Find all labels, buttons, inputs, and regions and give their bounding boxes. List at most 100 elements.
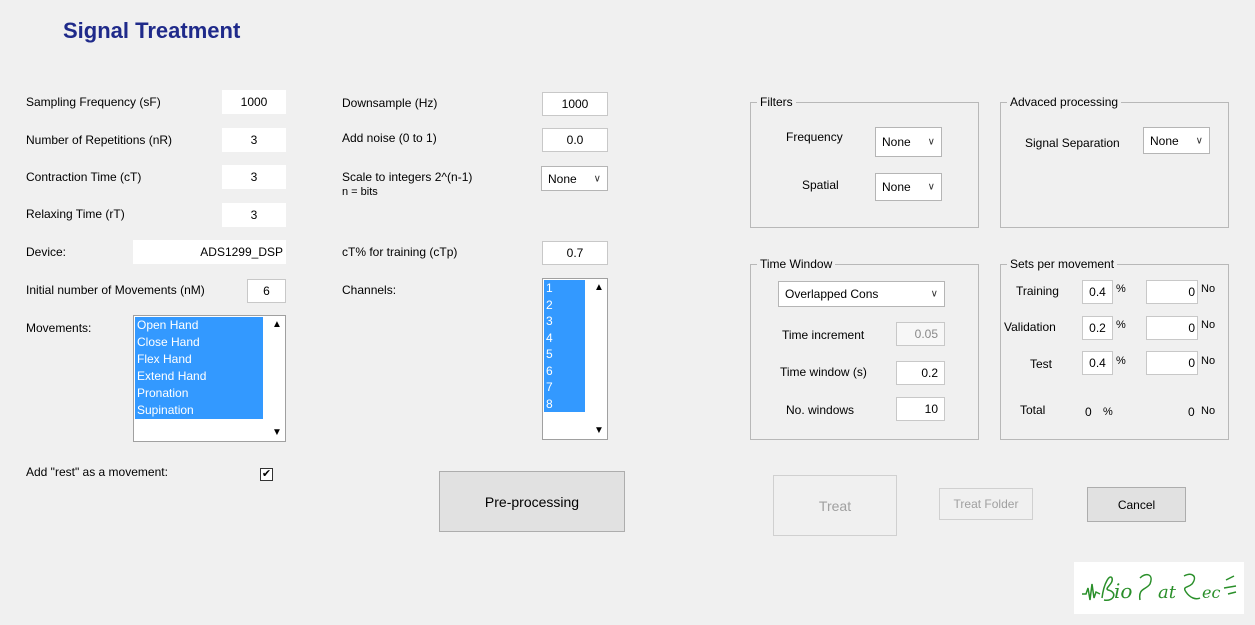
- no-unit: No: [1201, 319, 1216, 331]
- add-noise-input[interactable]: 0.0: [542, 128, 608, 152]
- scroll-down-icon[interactable]: ▼: [272, 427, 282, 438]
- svg-text:ec: ec: [1202, 583, 1220, 602]
- treat-folder-button[interactable]: Treat Folder: [939, 488, 1033, 520]
- initial-movements-input[interactable]: 6: [247, 279, 286, 303]
- relaxing-time-input[interactable]: 3: [222, 203, 286, 227]
- spatial-select-value: None: [882, 180, 911, 194]
- sampling-frequency-input[interactable]: 1000: [222, 90, 286, 114]
- contraction-time-input[interactable]: 3: [222, 165, 286, 189]
- scale-bits-label: n = bits: [342, 186, 378, 198]
- spatial-label: Spatial: [802, 178, 839, 192]
- list-item[interactable]: Close Hand: [135, 334, 263, 351]
- list-item[interactable]: 4: [544, 329, 585, 346]
- scroll-down-icon[interactable]: ▼: [594, 425, 604, 436]
- list-item[interactable]: Open Hand: [135, 317, 263, 334]
- list-item[interactable]: 6: [544, 362, 585, 379]
- downsample-input[interactable]: 1000: [542, 92, 608, 116]
- training-label: Training: [1016, 284, 1059, 298]
- list-item[interactable]: Flex Hand: [135, 351, 263, 368]
- list-item[interactable]: 5: [544, 346, 585, 363]
- list-item[interactable]: Pronation: [135, 385, 263, 402]
- window-mode-select[interactable]: Overlapped Cons ∨: [778, 281, 945, 307]
- cancel-button[interactable]: Cancel: [1087, 487, 1186, 522]
- svg-text:io: io: [1114, 579, 1132, 603]
- scale-integers-label: Scale to integers 2^(n-1): [342, 170, 473, 184]
- add-rest-label: Add "rest" as a movement:: [26, 465, 168, 479]
- channels-scrollbar[interactable]: ▲ ▼: [590, 279, 607, 439]
- list-item[interactable]: Extend Hand: [135, 368, 263, 385]
- time-increment-label: Time increment: [782, 328, 865, 342]
- channels-listbox[interactable]: 1 2 3 4 5 6 7 8 ▲ ▼: [542, 278, 608, 440]
- channels-label: Channels:: [342, 283, 397, 297]
- initial-movements-label: Initial number of Movements (nM): [26, 283, 205, 297]
- no-unit: No: [1201, 283, 1216, 295]
- contraction-time-label: Contraction Time (cT): [26, 170, 142, 184]
- list-item[interactable]: 1: [544, 280, 585, 297]
- test-percent-input[interactable]: 0.4: [1082, 351, 1113, 375]
- movements-listbox[interactable]: Open Hand Close Hand Flex Hand Extend Ha…: [133, 315, 286, 442]
- biopatrec-logo: io at ec: [1074, 562, 1244, 614]
- spatial-select[interactable]: None ∨: [875, 173, 942, 201]
- list-item[interactable]: 2: [544, 296, 585, 313]
- scroll-up-icon[interactable]: ▲: [594, 282, 604, 293]
- list-item[interactable]: 8: [544, 395, 585, 412]
- scale-select-value: None: [548, 171, 577, 186]
- validation-percent-input[interactable]: 0.2: [1082, 316, 1113, 340]
- validation-no-input[interactable]: 0: [1146, 316, 1198, 340]
- device-label: Device:: [26, 245, 67, 259]
- biopatrec-logo-icon: io at ec: [1082, 573, 1237, 603]
- frequency-select[interactable]: None ∨: [875, 127, 942, 157]
- downsample-label: Downsample (Hz): [342, 96, 438, 110]
- add-noise-label: Add noise (0 to 1): [342, 131, 437, 145]
- signal-separation-label: Signal Separation: [1025, 136, 1120, 150]
- percent-unit: %: [1103, 406, 1113, 418]
- no-windows-input[interactable]: 10: [896, 397, 945, 421]
- time-window-label: Time window (s): [780, 365, 867, 379]
- chevron-down-icon: ∨: [930, 288, 938, 300]
- ctp-label: cT% for training (cTp): [342, 245, 458, 259]
- advanced-processing-group: Advaced processing: [1000, 95, 1229, 228]
- repetitions-label: Number of Repetitions (nR): [26, 133, 173, 147]
- treat-button[interactable]: Treat: [773, 475, 897, 536]
- test-label: Test: [1030, 357, 1053, 371]
- time-window-group-title: Time Window: [757, 257, 836, 271]
- chevron-down-icon: ∨: [927, 181, 935, 193]
- validation-label: Validation: [1004, 320, 1056, 334]
- no-unit: No: [1201, 405, 1216, 417]
- training-percent-input[interactable]: 0.4: [1082, 280, 1113, 304]
- time-increment-input: 0.05: [896, 322, 945, 346]
- movements-label: Movements:: [26, 321, 92, 335]
- relaxing-time-label: Relaxing Time (rT): [26, 207, 125, 221]
- time-window-input[interactable]: 0.2: [896, 361, 945, 385]
- training-no-input[interactable]: 0: [1146, 280, 1198, 304]
- page-title: Signal Treatment: [63, 18, 241, 43]
- chevron-down-icon: ∨: [593, 173, 601, 184]
- scroll-up-icon[interactable]: ▲: [272, 319, 282, 330]
- advanced-group-title: Advaced processing: [1007, 95, 1122, 109]
- percent-unit: %: [1116, 283, 1126, 295]
- pre-processing-button[interactable]: Pre-processing: [439, 471, 625, 532]
- ctp-input[interactable]: 0.7: [542, 241, 608, 265]
- movements-scrollbar[interactable]: ▲ ▼: [268, 316, 285, 441]
- device-input[interactable]: ADS1299_DSP: [133, 240, 286, 264]
- list-item[interactable]: 3: [544, 313, 585, 330]
- filters-group: Filters: [750, 95, 979, 228]
- no-unit: No: [1201, 355, 1216, 367]
- total-no-value: 0: [1188, 405, 1195, 419]
- add-rest-checkbox[interactable]: ✔: [260, 468, 273, 481]
- total-label: Total: [1020, 403, 1046, 417]
- checkmark-icon: ✔: [261, 468, 272, 480]
- sets-group-title: Sets per movement: [1007, 257, 1118, 271]
- list-item[interactable]: 7: [544, 379, 585, 396]
- list-item[interactable]: Supination: [135, 402, 263, 419]
- signal-separation-select[interactable]: None ∨: [1143, 127, 1210, 154]
- frequency-label: Frequency: [786, 130, 843, 144]
- percent-unit: %: [1116, 319, 1126, 331]
- repetitions-input[interactable]: 3: [222, 128, 286, 152]
- test-no-input[interactable]: 0: [1146, 351, 1198, 375]
- percent-unit: %: [1116, 355, 1126, 367]
- chevron-down-icon: ∨: [927, 136, 935, 148]
- no-windows-label: No. windows: [786, 403, 855, 417]
- scale-select[interactable]: None ∨: [541, 166, 608, 191]
- total-percent-value: 0: [1085, 405, 1092, 419]
